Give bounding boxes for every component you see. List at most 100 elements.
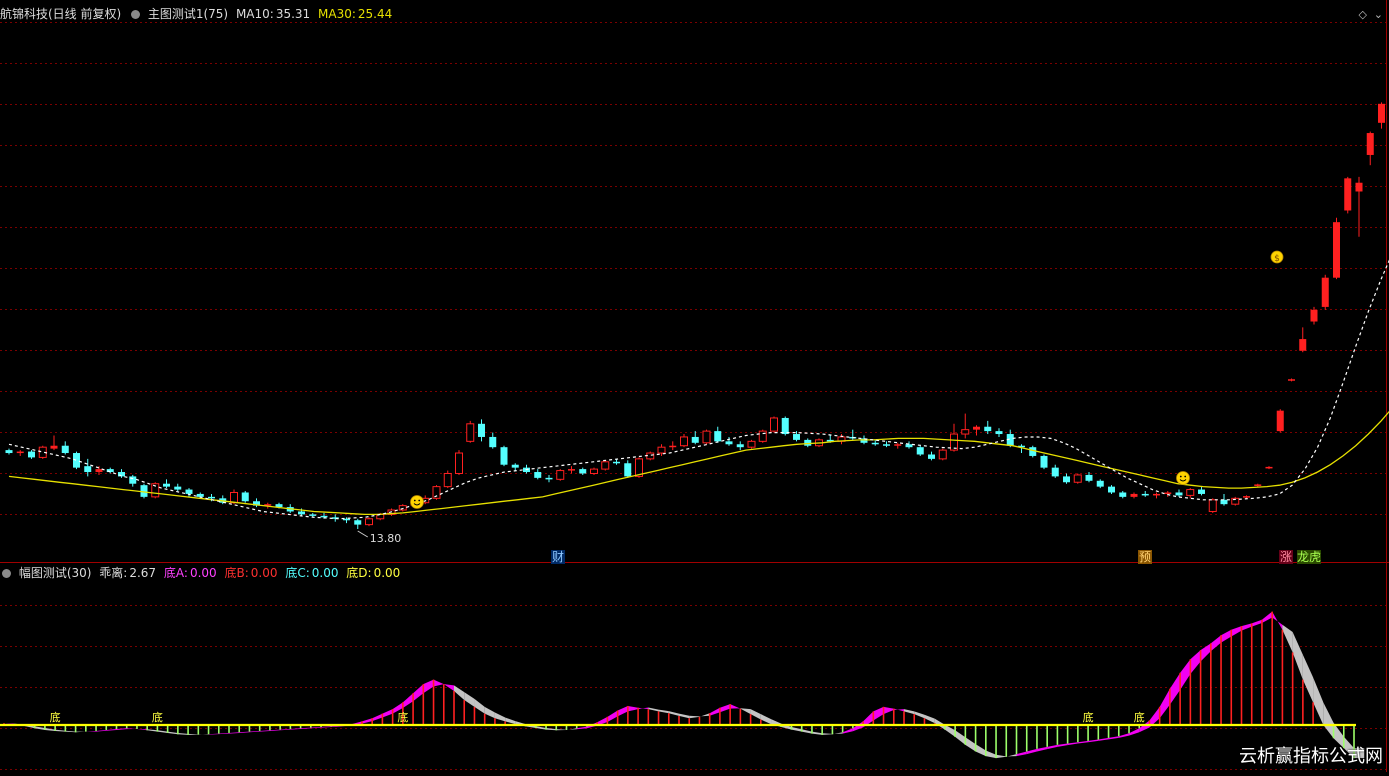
candle-body: [568, 469, 575, 471]
sub-ribbon: [372, 714, 382, 721]
di-mark: 底: [397, 710, 408, 724]
chart-svg: 47.2613.80$财预涨龙虎底底底底底: [0, 0, 1389, 772]
sub-ribbon: [914, 711, 924, 718]
candle-body: [1367, 133, 1374, 155]
chart-stage: 47.2613.80$财预涨龙虎底底底底底 航锦科技(日线 前复权) 主图测试1…: [0, 0, 1389, 772]
sub-ribbon: [55, 730, 65, 732]
sub-ribbon: [1109, 736, 1119, 739]
di-b-value: 0.00: [251, 566, 278, 580]
sub-ribbon: [239, 732, 249, 733]
sub-settings-icon[interactable]: [2, 569, 11, 578]
candle-body: [917, 447, 924, 454]
candle-body: [129, 476, 136, 483]
di-d-label: 底D:: [346, 566, 371, 580]
sub-ribbon: [270, 730, 280, 731]
sub-ribbon: [648, 708, 658, 712]
watermark: 云析赢指标公式网: [1239, 742, 1383, 768]
ma30-line: [9, 326, 1389, 515]
sub-ribbon: [495, 713, 505, 722]
candle-body: [1108, 487, 1115, 493]
candle-body: [197, 494, 204, 497]
candle-body: [1378, 104, 1385, 123]
candle-body: [489, 437, 496, 447]
candle-body: [399, 506, 406, 510]
candle-body: [557, 471, 564, 480]
candle-body: [1209, 500, 1216, 512]
stock-title[interactable]: 航锦科技(日线 前复权): [0, 7, 121, 21]
main-indicator-name[interactable]: 主图测试1(75): [148, 7, 228, 21]
low-pointer: [358, 531, 368, 537]
sub-ribbon: [1047, 745, 1057, 749]
sub-ribbon: [1017, 751, 1027, 756]
candle-body: [1311, 310, 1318, 322]
candle-body: [1254, 484, 1261, 486]
candle-body: [96, 469, 103, 472]
settings-icon[interactable]: [131, 10, 140, 19]
sub-ribbon: [65, 731, 75, 732]
sub-ribbon: [720, 704, 730, 712]
sub-ribbon: [996, 755, 1006, 758]
sub-ribbon: [464, 692, 474, 707]
smiley-icon: [1177, 472, 1190, 485]
sub-ribbon: [1057, 744, 1067, 747]
di-mark: 底: [152, 710, 163, 724]
sub-ribbon: [96, 730, 106, 732]
marker-zhang: 涨: [1280, 549, 1292, 564]
sub-ribbon: [1180, 659, 1190, 690]
sub-ribbon: [822, 733, 832, 735]
qili-label: 乖离:: [99, 566, 127, 580]
sub-ribbon: [86, 731, 96, 732]
candle-body: [737, 444, 744, 447]
sub-ribbon: [761, 714, 771, 724]
di-mark: 底: [50, 710, 61, 724]
sub-ribbon: [413, 684, 423, 701]
di-c-value: 0.00: [312, 566, 339, 580]
sub-ribbon: [853, 721, 863, 731]
diamond-icon[interactable]: ◇: [1359, 8, 1367, 21]
sub-indicator-name[interactable]: 幅图测试(30): [19, 566, 92, 580]
candle-body: [939, 450, 946, 459]
sub-ribbon: [1221, 630, 1231, 643]
candle-body: [624, 463, 631, 476]
low-price-label: 13.80: [370, 532, 402, 545]
candle-body: [512, 465, 519, 468]
sub-ribbon: [1252, 620, 1262, 627]
candle-body: [62, 446, 69, 453]
sub-ribbon: [1098, 738, 1108, 741]
candle-body: [613, 462, 620, 464]
candle-body: [1277, 411, 1284, 431]
sub-ribbon: [556, 729, 566, 730]
smiley-icon: [411, 496, 424, 509]
sub-ribbon: [976, 744, 986, 756]
candle-body: [354, 520, 361, 524]
sub-ribbon: [249, 731, 259, 732]
main-chart-header: 航锦科技(日线 前复权) 主图测试1(75) MA10:35.31 MA30:2…: [0, 6, 396, 22]
candle-body: [748, 441, 755, 447]
sub-ribbon: [260, 730, 270, 731]
candle-body: [444, 473, 451, 486]
sub-ribbon: [423, 680, 433, 694]
candle-body: [186, 490, 193, 494]
candle-body: [28, 452, 35, 458]
candle-body: [309, 514, 316, 516]
sub-ribbon: [188, 734, 198, 735]
sub-ribbon: [751, 709, 761, 719]
sub-ribbon: [638, 708, 648, 710]
sub-ribbon: [485, 707, 495, 718]
marker-longhu: 龙虎: [1297, 550, 1321, 564]
candle-body: [579, 469, 586, 473]
sub-ribbon: [474, 699, 484, 714]
sub-ribbon: [454, 685, 464, 700]
candle-body: [84, 466, 91, 472]
di-c-label: 底C:: [285, 566, 309, 580]
chevron-down-icon[interactable]: ⌄: [1374, 8, 1383, 21]
candle-body: [17, 452, 24, 454]
sub-ribbon: [434, 680, 444, 687]
candle-body: [321, 516, 328, 518]
sub-ribbon: [792, 727, 802, 732]
sub-ribbon: [403, 693, 413, 708]
candle-body: [759, 431, 766, 441]
candle-body: [1176, 492, 1183, 495]
ma30-value: 25.44: [358, 7, 392, 21]
candle-body: [658, 447, 665, 453]
